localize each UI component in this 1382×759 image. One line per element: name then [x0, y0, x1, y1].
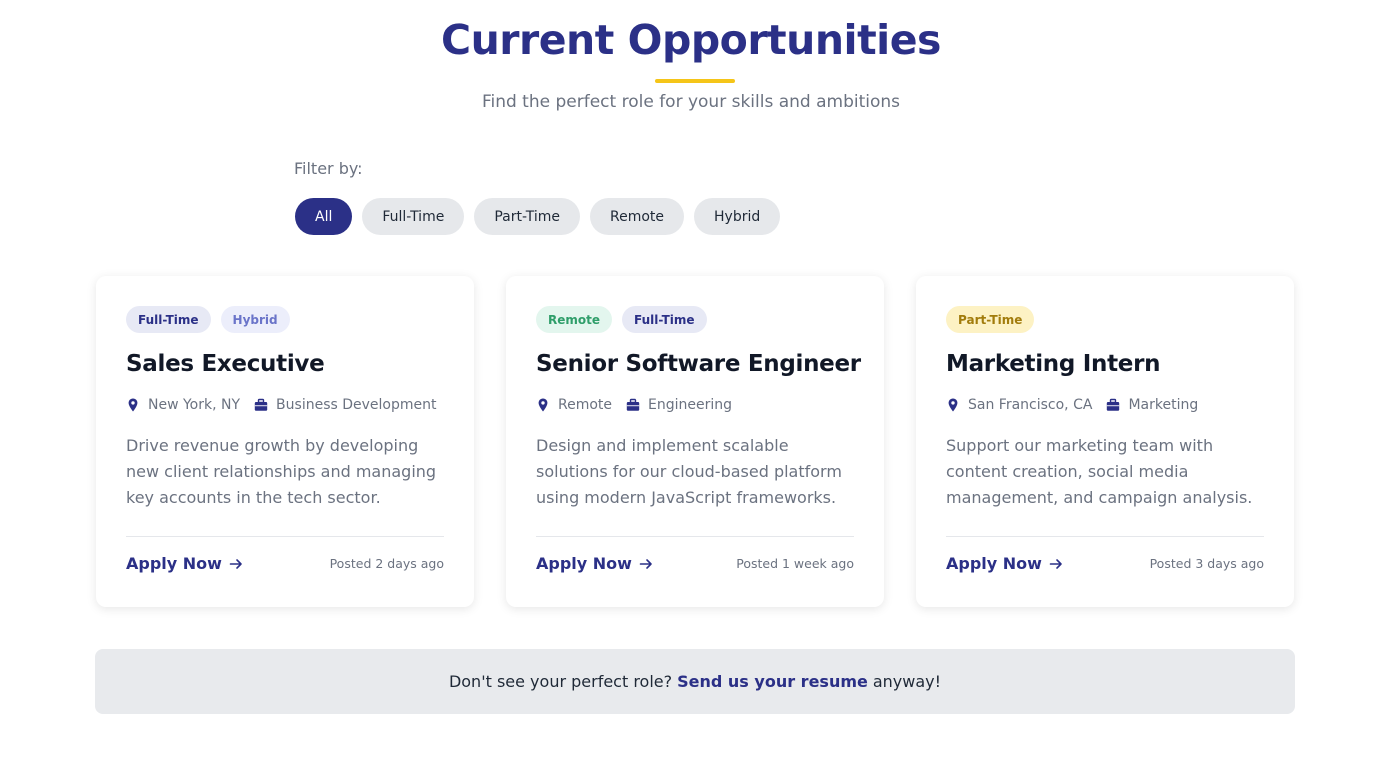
job-tags: Part-Time [946, 306, 1264, 333]
job-tag-hybrid: Hybrid [220, 306, 290, 333]
card-footer: Apply Now Posted 2 days ago [126, 554, 444, 573]
filter-part-time-button[interactable]: Part-Time [474, 198, 580, 235]
job-tags: Remote Full-Time [536, 306, 854, 333]
filter-label: Filter by: [294, 159, 363, 178]
card-divider [946, 536, 1264, 537]
job-title: Marketing Intern [946, 351, 1161, 377]
job-card: Part-Time Marketing Intern San Francisco… [916, 276, 1294, 607]
job-department: Engineering [626, 397, 732, 413]
posted-date: Posted 3 days ago [1149, 556, 1264, 571]
card-divider [536, 536, 854, 537]
job-title: Senior Software Engineer [536, 351, 861, 377]
job-card: Full-Time Hybrid Sales Executive New Yor… [96, 276, 474, 607]
job-card-list: Full-Time Hybrid Sales Executive New Yor… [96, 276, 1294, 607]
briefcase-icon [626, 398, 640, 412]
careers-page: Current Opportunities Find the perfect r… [0, 0, 1382, 759]
job-tag-full-time: Full-Time [126, 306, 211, 333]
briefcase-icon [1106, 398, 1120, 412]
job-location: San Francisco, CA [946, 397, 1092, 413]
apply-now-link[interactable]: Apply Now [536, 554, 653, 573]
job-location-text: Remote [558, 397, 613, 413]
job-location-text: New York, NY [148, 397, 241, 413]
job-meta: San Francisco, CA Marketing [946, 397, 1264, 413]
job-tag-full-time: Full-Time [622, 306, 707, 333]
job-department-text: Marketing [1128, 397, 1199, 413]
job-tag-remote: Remote [536, 306, 613, 333]
apply-now-label: Apply Now [946, 554, 1042, 573]
map-pin-icon [536, 398, 550, 412]
job-department: Marketing [1106, 397, 1198, 413]
job-location: New York, NY [126, 397, 240, 413]
filter-all-button[interactable]: All [295, 198, 353, 235]
job-description: Design and implement scalable solutions … [536, 436, 842, 507]
send-resume-link[interactable]: Send us your resume [677, 672, 868, 691]
apply-now-link[interactable]: Apply Now [126, 554, 243, 573]
job-department-text: Engineering [648, 397, 733, 413]
arrow-right-icon [229, 557, 243, 571]
card-divider [126, 536, 444, 537]
job-tag-part-time: Part-Time [946, 306, 1035, 333]
filter-remote-button[interactable]: Remote [590, 198, 685, 235]
resume-banner-prefix: Don't see your perfect role? [448, 672, 673, 691]
resume-banner-suffix: anyway! [872, 672, 942, 691]
map-pin-icon [126, 398, 140, 412]
page-subtitle: Find the perfect role for your skills an… [481, 92, 901, 112]
page-title: Current Opportunities [441, 16, 941, 64]
job-location-text: San Francisco, CA [968, 397, 1093, 413]
map-pin-icon [946, 398, 960, 412]
card-footer: Apply Now Posted 1 week ago [536, 554, 854, 573]
job-title: Sales Executive [126, 351, 325, 377]
job-location: Remote [536, 397, 612, 413]
filter-full-time-button[interactable]: Full-Time [362, 198, 465, 235]
apply-now-link[interactable]: Apply Now [946, 554, 1063, 573]
job-department: Business Development [254, 397, 436, 413]
job-description: Drive revenue growth by developing new c… [126, 436, 437, 507]
arrow-right-icon [639, 557, 653, 571]
briefcase-icon [254, 398, 268, 412]
resume-banner: Don't see your perfect role? Send us you… [95, 649, 1295, 714]
job-tags: Full-Time Hybrid [126, 306, 444, 333]
card-footer: Apply Now Posted 3 days ago [946, 554, 1264, 573]
filter-bar: All Full-Time Part-Time Remote Hybrid [295, 198, 781, 235]
filter-hybrid-button[interactable]: Hybrid [694, 198, 781, 235]
job-meta: Remote Engineering [536, 397, 854, 413]
apply-now-label: Apply Now [536, 554, 632, 573]
title-underline [655, 79, 735, 83]
job-description: Support our marketing team with content … [946, 436, 1253, 507]
job-meta: New York, NY Business Development [126, 397, 444, 413]
posted-date: Posted 2 days ago [329, 556, 444, 571]
arrow-right-icon [1049, 557, 1063, 571]
posted-date: Posted 1 week ago [736, 556, 854, 571]
job-card: Remote Full-Time Senior Software Enginee… [506, 276, 884, 607]
job-department-text: Business Development [276, 397, 437, 413]
apply-now-label: Apply Now [126, 554, 222, 573]
